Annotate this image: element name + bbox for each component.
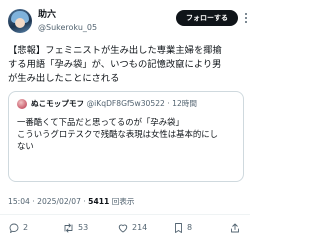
quoted-author-handle: @iKqDF8Gf5w30522: [86, 99, 165, 108]
tweet-text-line: が生み出したことにされる: [8, 73, 120, 84]
quoted-tweet-card[interactable]: ぬこモップモフ @iKqDF8Gf5w30522 · 12時間 一番酷くて下品だ…: [8, 91, 244, 182]
more-dot: [244, 21, 247, 23]
share-icon: [231, 223, 239, 232]
repost-icon: [64, 223, 73, 232]
bookmark-button[interactable]: 8: [173, 221, 192, 234]
repost-count: 53: [78, 223, 89, 232]
more-options-icon[interactable]: [241, 10, 250, 26]
like-count: 214: [132, 223, 148, 232]
quoted-tweet-header: ぬこモップモフ @iKqDF8Gf5w30522 · 12時間: [31, 98, 241, 109]
quoted-author-avatar: [17, 99, 27, 109]
avatar-face: [15, 18, 25, 28]
bookmark-count: 8: [187, 223, 193, 232]
quoted-time-ago: 12時間: [172, 99, 197, 108]
heart-icon: [118, 224, 128, 232]
views-count: 5411: [88, 197, 110, 206]
more-dot: [244, 13, 247, 15]
author-handle[interactable]: @Sukeroku_05: [38, 22, 97, 33]
reply-count: 2: [23, 223, 29, 232]
repost-button[interactable]: 53: [62, 221, 88, 234]
like-button[interactable]: 214: [117, 221, 147, 234]
author-display-name[interactable]: 助六: [38, 9, 56, 21]
quoted-tweet-text: 一番酷くて下品だと思ってるのが「孕み袋」 こういうグロテスクで残酷な表現は女性は…: [17, 116, 239, 152]
quoted-text-line: 一番酷くて下品だと思ってるのが「孕み袋」: [17, 117, 184, 127]
tweet-date[interactable]: 2025/02/07: [37, 197, 81, 206]
reply-button[interactable]: 2: [8, 221, 28, 234]
more-dot: [244, 17, 247, 19]
tweet-time[interactable]: 15:04: [8, 197, 30, 206]
follow-button[interactable]: フォローする: [176, 10, 238, 26]
share-button[interactable]: [229, 221, 241, 234]
divider: [0, 214, 250, 215]
tweet-text-line: する用語「孕み袋」が、いつもの記憶改竄により男: [8, 59, 222, 70]
tweet-text-line: 【悲報】フェミニストが生み出した専業主婦を揶揄: [8, 45, 222, 56]
reply-icon: [9, 223, 19, 233]
author-avatar[interactable]: [8, 9, 32, 33]
bookmark-icon: [175, 222, 182, 233]
tweet-text: 【悲報】フェミニストが生み出した専業主婦を揶揄 する用語「孕み袋」が、いつもの記…: [8, 44, 246, 86]
quoted-author-name: ぬこモップモフ: [31, 99, 85, 108]
quoted-text-line: ない: [17, 141, 34, 151]
views-label: 回表示: [109, 197, 135, 206]
quoted-text-line: こういうグロテスクで残酷な表現は女性は基本的にし: [17, 129, 218, 139]
tweet-view: 助六 @Sukeroku_05 フォローする 【悲報】フェミニストが生み出した専…: [0, 0, 250, 242]
tweet-meta: 15:04 · 2025/02/07 · 5411 回表示: [8, 196, 246, 207]
